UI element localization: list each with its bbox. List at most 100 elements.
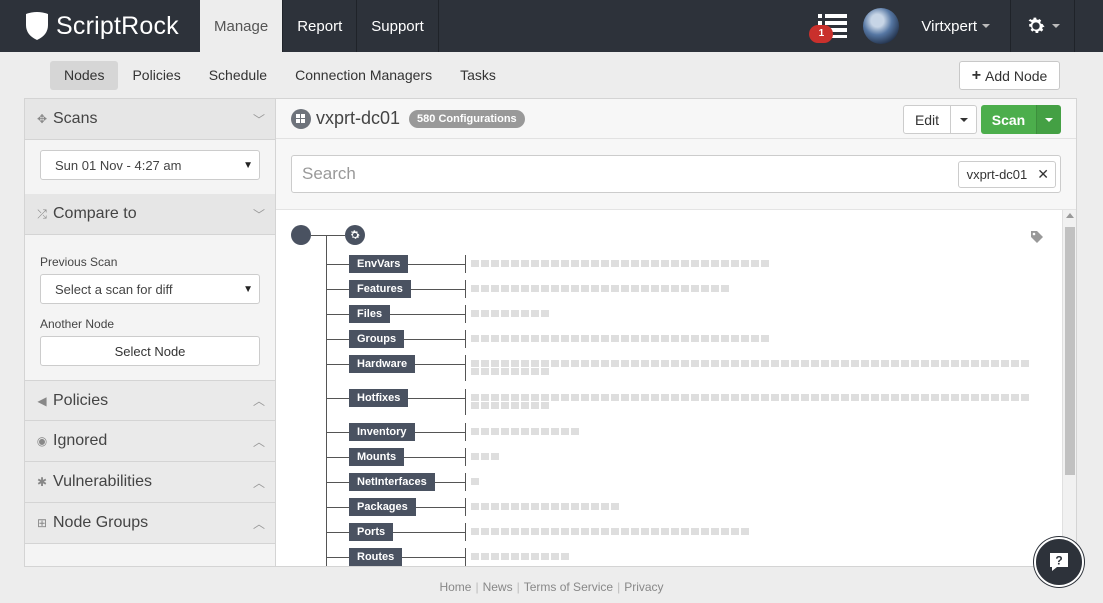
tag-icon[interactable]	[1030, 230, 1044, 244]
tree-leaf-bracket	[465, 523, 466, 541]
crosshair-icon: ✥	[36, 112, 48, 126]
vulnerabilities-section-header[interactable]: ✱ Vulnerabilities ︿	[25, 462, 275, 503]
tree-branch-connector	[326, 432, 349, 433]
tree-branch-connector	[326, 289, 349, 290]
help-chat-button[interactable]: ?	[1034, 537, 1084, 587]
category-tag[interactable]: Inventory	[349, 423, 415, 441]
nav-tab-report[interactable]: Report	[282, 0, 358, 52]
edit-button[interactable]: Edit	[903, 105, 951, 134]
tree-leaf-items[interactable]	[471, 503, 619, 510]
chevron-down-icon	[1045, 117, 1053, 122]
tree-leaf-connector	[390, 314, 465, 315]
add-node-button[interactable]: + Add Node	[959, 61, 1060, 90]
footer-link-home[interactable]: Home	[439, 580, 471, 594]
tree-branch-connector	[326, 264, 349, 265]
tree-leaf-items[interactable]	[471, 394, 1029, 401]
policies-title: Policies	[53, 391, 109, 409]
tree-leaf-bracket	[465, 255, 466, 273]
brand-logo[interactable]: ScriptRock	[0, 0, 200, 52]
scan-date-value: Sun 01 Nov - 4:27 am	[55, 157, 182, 173]
chevron-down-icon: ﹀	[252, 112, 265, 127]
nav-tab-manage[interactable]: Manage	[200, 0, 283, 52]
tree-leaf-items[interactable]	[471, 453, 499, 460]
dropdown-arrow-icon: ▼	[243, 159, 253, 171]
sidebar: ✥ Scans ﹀ Sun 01 Nov - 4:27 am ▼ ⤮ Compa…	[25, 99, 276, 566]
subtab-policies[interactable]: Policies	[118, 61, 194, 90]
search-chip-label: vxprt-dc01	[966, 167, 1028, 182]
edit-dropdown-toggle[interactable]	[951, 105, 977, 134]
footer-link-news[interactable]: News	[483, 580, 513, 594]
edit-button-group: Edit	[903, 105, 977, 134]
category-tag[interactable]: Hotfixes	[349, 389, 409, 407]
tree-root-node[interactable]	[291, 225, 311, 245]
tree-leaf-items[interactable]	[471, 285, 729, 292]
tree-branch-connector	[326, 364, 349, 365]
tree-leaf-items[interactable]	[471, 428, 579, 435]
compare-title: Compare to	[53, 205, 137, 222]
subtab-nodes[interactable]: Nodes	[50, 61, 119, 90]
windows-icon	[291, 108, 311, 129]
tree-scrollbar[interactable]	[1062, 210, 1076, 566]
search-input[interactable]: Search vxprt-dc01 ✕	[291, 155, 1061, 193]
node-groups-section-header[interactable]: ⊞ Node Groups ︿	[25, 503, 275, 544]
footer-link-privacy[interactable]: Privacy	[624, 580, 663, 594]
compare-section-header[interactable]: ⤮ Compare to ﹀	[25, 194, 275, 235]
chevron-down-icon	[959, 117, 968, 122]
scan-date-select[interactable]: Sun 01 Nov - 4:27 am ▼	[40, 150, 260, 180]
category-tag[interactable]: Routes	[349, 548, 403, 566]
tree-leaf-connector	[404, 339, 465, 340]
tree-leaf-items[interactable]	[471, 335, 769, 342]
search-filter-chip[interactable]: vxprt-dc01 ✕	[957, 161, 1056, 188]
scan-dropdown-toggle[interactable]	[1036, 105, 1061, 134]
avatar[interactable]	[863, 8, 900, 44]
nav-tab-support[interactable]: Support	[357, 0, 439, 52]
ignored-section-header[interactable]: ◉ Ignored ︿	[25, 421, 275, 462]
tree-leaf-items[interactable]	[471, 368, 549, 375]
tree-trunk	[326, 235, 327, 566]
tree-leaf-connector	[408, 264, 465, 265]
tree-leaf-items[interactable]	[471, 360, 1029, 367]
settings-menu[interactable]	[1011, 0, 1075, 52]
previous-scan-placeholder: Select a scan for diff	[55, 281, 173, 297]
close-icon[interactable]: ✕	[1037, 166, 1049, 183]
tree-leaf-items[interactable]	[471, 402, 549, 409]
category-tag[interactable]: Hardware	[349, 355, 416, 373]
chevron-down-icon: ﹀	[252, 207, 265, 222]
scroll-up-arrow-icon[interactable]	[1066, 213, 1074, 218]
subtab-tasks[interactable]: Tasks	[446, 61, 510, 90]
category-tag[interactable]: Ports	[349, 523, 394, 541]
category-tag[interactable]: Features	[349, 280, 411, 298]
previous-scan-label: Previous Scan	[40, 255, 118, 269]
category-tag[interactable]: Mounts	[349, 448, 405, 466]
tree-leaf-items[interactable]	[471, 310, 549, 317]
tree-leaf-connector	[411, 289, 465, 290]
category-tag[interactable]: Files	[349, 305, 391, 323]
brand-name: ScriptRock	[56, 11, 179, 40]
node-title: vxprt-dc01	[316, 108, 401, 128]
tree-leaf-items[interactable]	[471, 553, 569, 560]
scan-button[interactable]: Scan	[981, 105, 1036, 134]
configuration-tree: EnvVars Features Files Groups Hardware Hotfix…	[276, 209, 1076, 566]
tree-leaf-items[interactable]	[471, 478, 479, 485]
policies-section-header[interactable]: ◀ Policies ︿	[25, 380, 275, 421]
previous-scan-select[interactable]: Select a scan for diff ▼	[40, 274, 260, 304]
tree-settings-node[interactable]	[345, 225, 365, 245]
chevron-up-icon: ︿	[252, 516, 265, 531]
category-tag[interactable]: NetInterfaces	[349, 473, 435, 491]
tree-leaf-connector	[402, 557, 465, 558]
tree-leaf-items[interactable]	[471, 260, 769, 267]
category-tag[interactable]: Groups	[349, 330, 405, 348]
footer-link-terms[interactable]: Terms of Service	[524, 580, 613, 594]
tree-leaf-bracket	[465, 280, 466, 298]
category-tag[interactable]: EnvVars	[349, 255, 409, 273]
tree-leaf-connector	[408, 398, 465, 399]
category-tag[interactable]: Packages	[349, 498, 416, 516]
tree-leaf-items[interactable]	[471, 528, 749, 535]
select-node-button[interactable]: Select Node	[40, 336, 260, 366]
scrollbar-thumb[interactable]	[1065, 227, 1075, 475]
subtab-schedule[interactable]: Schedule	[195, 61, 281, 90]
scans-section-header[interactable]: ✥ Scans ﹀	[25, 99, 275, 140]
user-menu[interactable]: Virtxpert	[905, 0, 1011, 52]
task-list-button[interactable]: 1	[809, 0, 857, 52]
subtab-connection-managers[interactable]: Connection Managers	[281, 61, 446, 90]
